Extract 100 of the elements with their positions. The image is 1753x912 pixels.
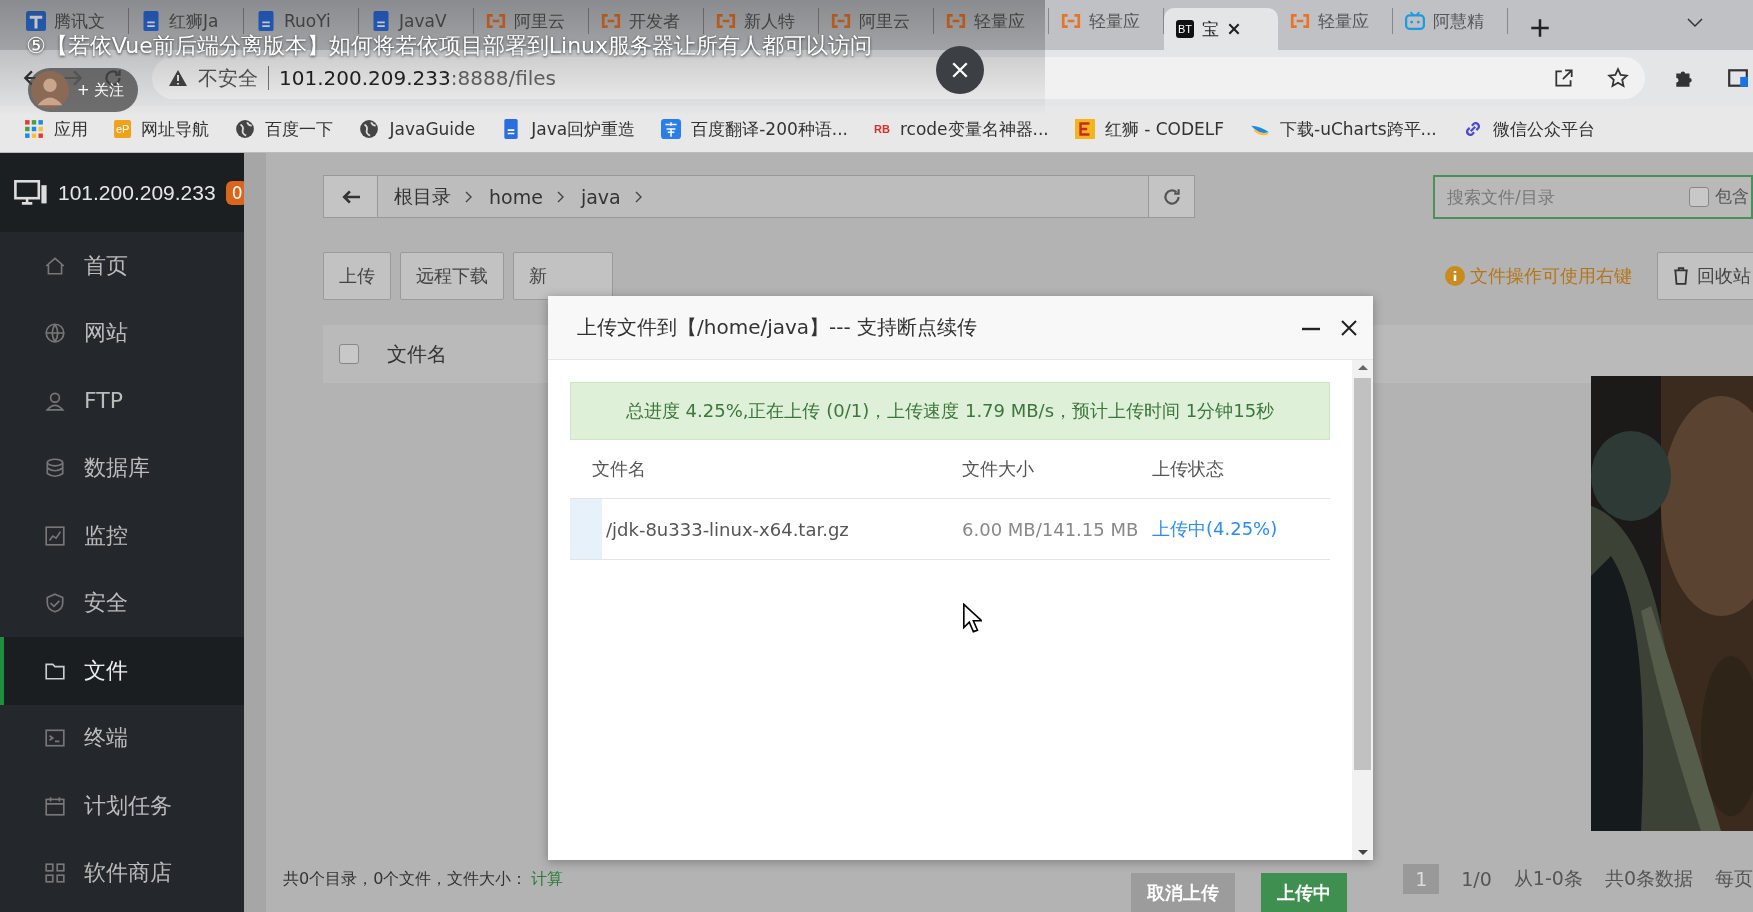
browser-tab[interactable]: 轻量应 [1278,8,1393,34]
browser-tab[interactable]: 阿里云 [474,8,589,34]
follow-button[interactable]: + 关注 [28,68,139,112]
pagination-item: 每页 [1715,866,1753,891]
toolbar-button[interactable]: 新 [513,252,613,300]
new-tab-icon[interactable] [1530,18,1550,38]
bracket-logo-icon [486,11,506,31]
avatar-icon [31,71,69,109]
translate-icon [661,119,682,139]
info-icon [1445,266,1465,286]
table-cell-text: /jdk-8u333-linux-x64.tar.gz [605,518,850,540]
close-icon [951,61,969,79]
close-icon[interactable] [1227,22,1242,36]
browser-tab[interactable]: 轻量应 [934,8,1049,34]
search-input[interactable]: 搜索文件/目录 [1447,186,1683,207]
recycle-bin-button[interactable]: 回收站 [1657,252,1753,300]
bookmark[interactable]: JavaGuide [359,119,476,139]
site-logo: BT [1176,20,1195,38]
shield-icon [44,592,66,615]
grid-icon [44,862,66,885]
browser-tab[interactable]: 红狮Ja [129,8,244,34]
tv-icon [1405,11,1425,31]
sidebar-item[interactable]: 网站 [0,299,244,367]
warning-icon [168,69,188,87]
address-bar[interactable]: 不安全 101.200.209.233:8888/files [152,57,1645,99]
document-icon [371,11,391,31]
globe-icon [44,322,66,345]
back-button[interactable] [324,176,378,217]
upload-status: 上传中(4.25%) [1152,517,1279,541]
summary-text: 共0个目录，0个文件，文件大小： 计算 [283,868,564,890]
sidebar-item[interactable]: 首页 [0,232,244,300]
bookmark[interactable]: eP 网址导航 [114,117,210,141]
bookmark[interactable]: 微信公众平台 [1462,117,1595,141]
url-text: 101.200.209.233:8888/files [279,66,557,90]
browser-tab[interactable]: 轻量应 [1049,8,1164,34]
globe-icon [359,119,380,139]
codelf-logo-icon [1074,119,1095,139]
column-header: 文件名 [387,340,447,368]
progress-message: 总进度 4.25%,正在上传 (0/1)，上传速度 1.79 MB/s，预计上传时间 1分钟15秒 [570,382,1330,440]
pagination-item: 从1-0条 [1513,866,1583,891]
browser-tab[interactable]: 开发者 [589,8,704,34]
search-field[interactable]: 搜索文件/目录 包含 [1433,174,1753,219]
bookmark[interactable]: 红狮 - CODELF [1074,117,1225,141]
chevron-right-icon [634,190,643,203]
globe-icon [235,119,256,139]
bookmark[interactable]: Java回炉重造 [501,117,636,141]
sidebar-item[interactable]: 终端 [0,704,244,772]
refresh-button[interactable] [1148,176,1194,217]
sidebar-panel-icon[interactable] [1727,67,1749,89]
document-icon [141,11,161,31]
bracket-logo-icon [831,11,851,31]
bracket-logo-icon [1290,11,1310,31]
bookmark[interactable]: 百度翻译-200种语... [661,117,849,141]
browser-tab[interactable]: 阿慧精 [1393,8,1508,34]
sidebar-item[interactable]: 监控 [0,502,244,570]
bracket-logo-icon [1061,11,1081,31]
scrollbar[interactable] [244,153,266,912]
bracket-logo-icon [716,11,736,31]
star-icon[interactable] [1607,67,1629,89]
apps-grid-icon [24,119,44,139]
column-header: 文件大小 [962,457,1035,481]
browser-tab[interactable]: 新人特 [704,8,819,34]
sidebar-item[interactable]: FTP [0,367,244,435]
include-checkbox[interactable] [1689,186,1709,207]
browser-tab[interactable]: BT 宝 [1164,8,1278,50]
bracket-logo-icon [601,11,621,31]
share-icon[interactable] [1553,67,1575,89]
select-all-checkbox[interactable] [339,344,359,364]
include-label: 包含 [1715,185,1749,208]
table-cell-text: 6.00 MB/141.15 MB [962,518,1140,540]
scroll-up-icon[interactable] [1357,364,1368,370]
browser-tab[interactable]: 阿里云 [819,8,934,34]
server-address: 101.200.209.233 [58,180,216,205]
sidebar-item[interactable]: 软件商店 [0,839,244,907]
browser-tab[interactable]: 腾讯文 [14,8,129,34]
site-logo: eP [114,120,132,138]
close-icon[interactable] [1339,317,1359,338]
bookmark[interactable]: 下载-uCharts跨平... [1250,117,1437,141]
breadcrumb-link[interactable]: java [580,185,621,208]
bookmark[interactable]: RB rcode变量名神器... [874,117,1049,141]
chevron-right-icon [465,190,473,203]
toolbar-button[interactable]: 上传 [323,252,391,300]
breadcrumb-link[interactable]: 根目录 [394,183,451,210]
scrollbar[interactable] [1352,360,1373,860]
browser-tab[interactable]: JavaV [359,8,474,34]
breadcrumb-link[interactable]: home [489,185,543,208]
bookmark[interactable]: 百度一下 [235,117,334,141]
bookmark[interactable]: 应用 [24,117,88,141]
sidebar-item[interactable]: 计划任务 [0,772,244,840]
mouse-cursor-icon [962,603,982,633]
column-header: 文件名 [591,457,647,481]
upload-button[interactable]: 上传中 [1261,873,1347,912]
chevron-down-icon[interactable] [1687,18,1703,28]
toolbar-button[interactable]: 远程下载 [400,252,504,300]
sidebar-item[interactable]: 安全 [0,569,244,637]
scroll-down-icon[interactable] [1357,850,1368,856]
sidebar-item[interactable]: 文件 [0,637,244,705]
pagination-item: 1/0 [1461,868,1492,890]
sidebar-item[interactable]: 数据库 [0,434,244,502]
browser-tab[interactable]: RuoYi [244,8,359,34]
